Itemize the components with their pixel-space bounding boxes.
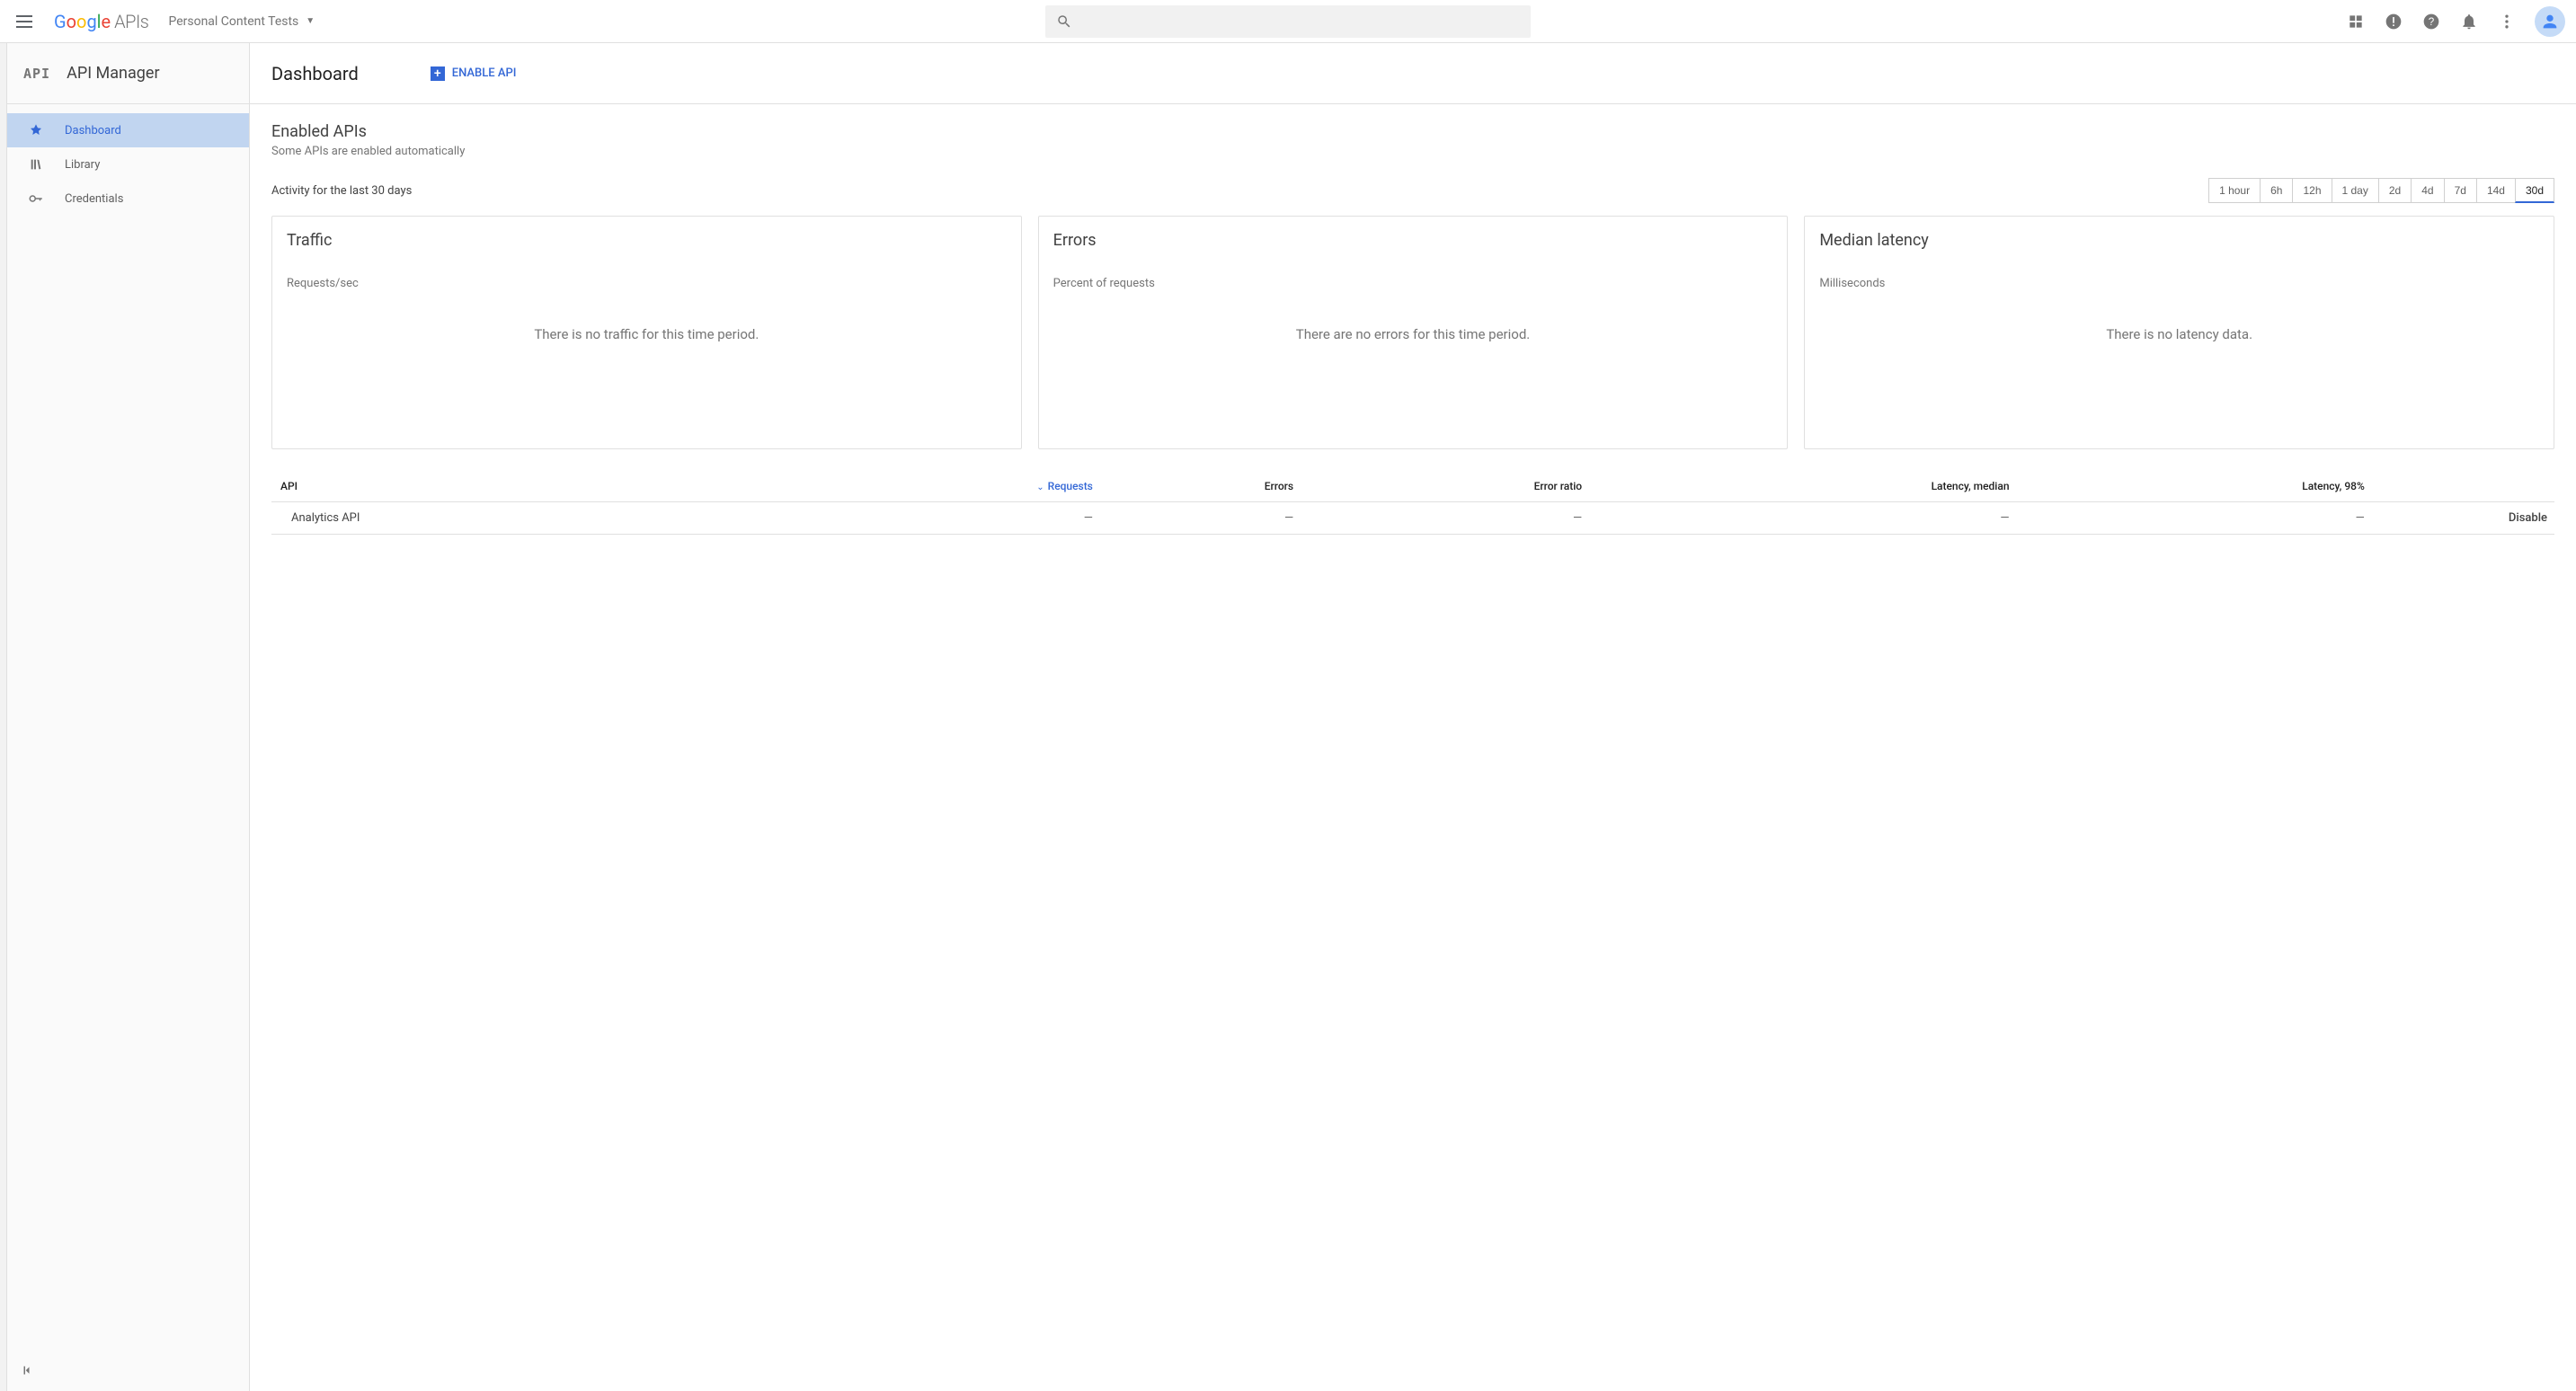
col-requests[interactable]: ⌄Requests: [774, 471, 1100, 502]
menu-icon[interactable]: [16, 11, 38, 32]
main-content: Dashboard + ENABLE API Enabled APIs Some…: [250, 43, 2576, 1391]
card-title: Errors: [1053, 231, 1773, 250]
account-avatar[interactable]: [2535, 6, 2565, 37]
card-empty-message: There is no latency data.: [1819, 290, 2539, 434]
card-metric: Percent of requests: [1053, 277, 1773, 290]
card-empty-message: There are no errors for this time period…: [1053, 290, 1773, 434]
card-title: Traffic: [287, 231, 1007, 250]
errors-card: Errors Percent of requests There are no …: [1038, 216, 1789, 449]
cell-lat-98: —: [2017, 502, 2372, 535]
gift-icon[interactable]: [2346, 12, 2366, 31]
cell-lat-med: —: [1589, 502, 2016, 535]
range-12h[interactable]: 12h: [2292, 178, 2332, 203]
cell-api: Analytics API: [271, 502, 774, 535]
notifications-icon[interactable]: [2459, 12, 2479, 31]
range-2d[interactable]: 2d: [2378, 178, 2412, 203]
page-title: Dashboard: [271, 63, 359, 84]
sidebar: API API Manager Dashboard Library Creden…: [7, 43, 250, 1391]
google-apis-logo[interactable]: Google APIs: [54, 11, 148, 32]
col-error-ratio[interactable]: Error ratio: [1301, 471, 1589, 502]
card-empty-message: There is no traffic for this time period…: [287, 290, 1007, 434]
search-input[interactable]: [1045, 5, 1531, 38]
col-latency-median[interactable]: Latency, median: [1589, 471, 2016, 502]
cell-ratio: —: [1301, 502, 1589, 535]
sidebar-item-credentials[interactable]: Credentials: [7, 182, 249, 216]
table-row[interactable]: Analytics API — — — — — Disable: [271, 502, 2554, 535]
col-action: [2372, 471, 2554, 502]
sidebar-item-label: Library: [65, 158, 100, 172]
svg-text:?: ?: [2429, 16, 2435, 28]
sidebar-item-dashboard[interactable]: Dashboard: [7, 113, 249, 147]
col-errors[interactable]: Errors: [1100, 471, 1301, 502]
latency-card: Median latency Milliseconds There is no …: [1804, 216, 2554, 449]
col-latency-98[interactable]: Latency, 98%: [2017, 471, 2372, 502]
card-metric: Milliseconds: [1819, 277, 2539, 290]
left-gutter: [0, 43, 7, 1391]
activity-label: Activity for the last 30 days: [271, 184, 412, 198]
range-30d[interactable]: 30d: [2515, 178, 2554, 203]
range-14d[interactable]: 14d: [2476, 178, 2516, 203]
key-icon: [27, 190, 45, 207]
enable-api-button[interactable]: + ENABLE API: [431, 66, 517, 81]
range-1hour[interactable]: 1 hour: [2208, 178, 2261, 203]
dropdown-icon: ▼: [306, 16, 315, 26]
search-icon: [1056, 13, 1072, 30]
card-metric: Requests/sec: [287, 277, 1007, 290]
sidebar-item-label: Dashboard: [65, 124, 121, 137]
sort-down-icon: ⌄: [1036, 483, 1044, 492]
cell-errors: —: [1100, 502, 1301, 535]
time-range-selector: 1 hour 6h 12h 1 day 2d 4d 7d 14d 30d: [2208, 178, 2554, 203]
sidebar-item-label: Credentials: [65, 192, 123, 206]
sidebar-item-library[interactable]: Library: [7, 147, 249, 182]
more-icon[interactable]: [2497, 12, 2517, 31]
col-api[interactable]: API: [271, 471, 774, 502]
enabled-apis-subtitle: Some APIs are enabled automatically: [271, 145, 2554, 158]
card-title: Median latency: [1819, 231, 2539, 250]
sidebar-header: API API Manager: [7, 43, 249, 104]
library-icon: [27, 157, 45, 172]
api-badge-icon: API: [23, 66, 50, 82]
project-picker[interactable]: Personal Content Tests ▼: [161, 11, 322, 32]
page-header: Dashboard + ENABLE API: [250, 43, 2576, 104]
product-name: APIs: [114, 11, 148, 32]
collapse-sidebar-icon[interactable]: [20, 1362, 36, 1382]
sidebar-title: API Manager: [67, 64, 159, 83]
plus-icon: +: [431, 66, 445, 81]
range-4d[interactable]: 4d: [2411, 178, 2444, 203]
disable-button[interactable]: Disable: [2372, 502, 2554, 535]
cell-requests: —: [774, 502, 1100, 535]
range-1day[interactable]: 1 day: [2332, 178, 2379, 203]
api-table: API ⌄Requests Errors Error ratio Latency…: [271, 471, 2554, 535]
enable-api-label: ENABLE API: [452, 66, 517, 80]
sidebar-nav: Dashboard Library Credentials: [7, 104, 249, 216]
dashboard-icon: [27, 123, 45, 137]
traffic-card: Traffic Requests/sec There is no traffic…: [271, 216, 1022, 449]
top-bar: Google APIs Personal Content Tests ▼ ?: [0, 0, 2576, 43]
help-icon[interactable]: ?: [2421, 12, 2441, 31]
range-6h[interactable]: 6h: [2260, 178, 2293, 203]
project-name: Personal Content Tests: [168, 14, 298, 29]
range-7d[interactable]: 7d: [2444, 178, 2477, 203]
enabled-apis-title: Enabled APIs: [271, 122, 2554, 141]
alert-icon[interactable]: [2384, 12, 2403, 31]
